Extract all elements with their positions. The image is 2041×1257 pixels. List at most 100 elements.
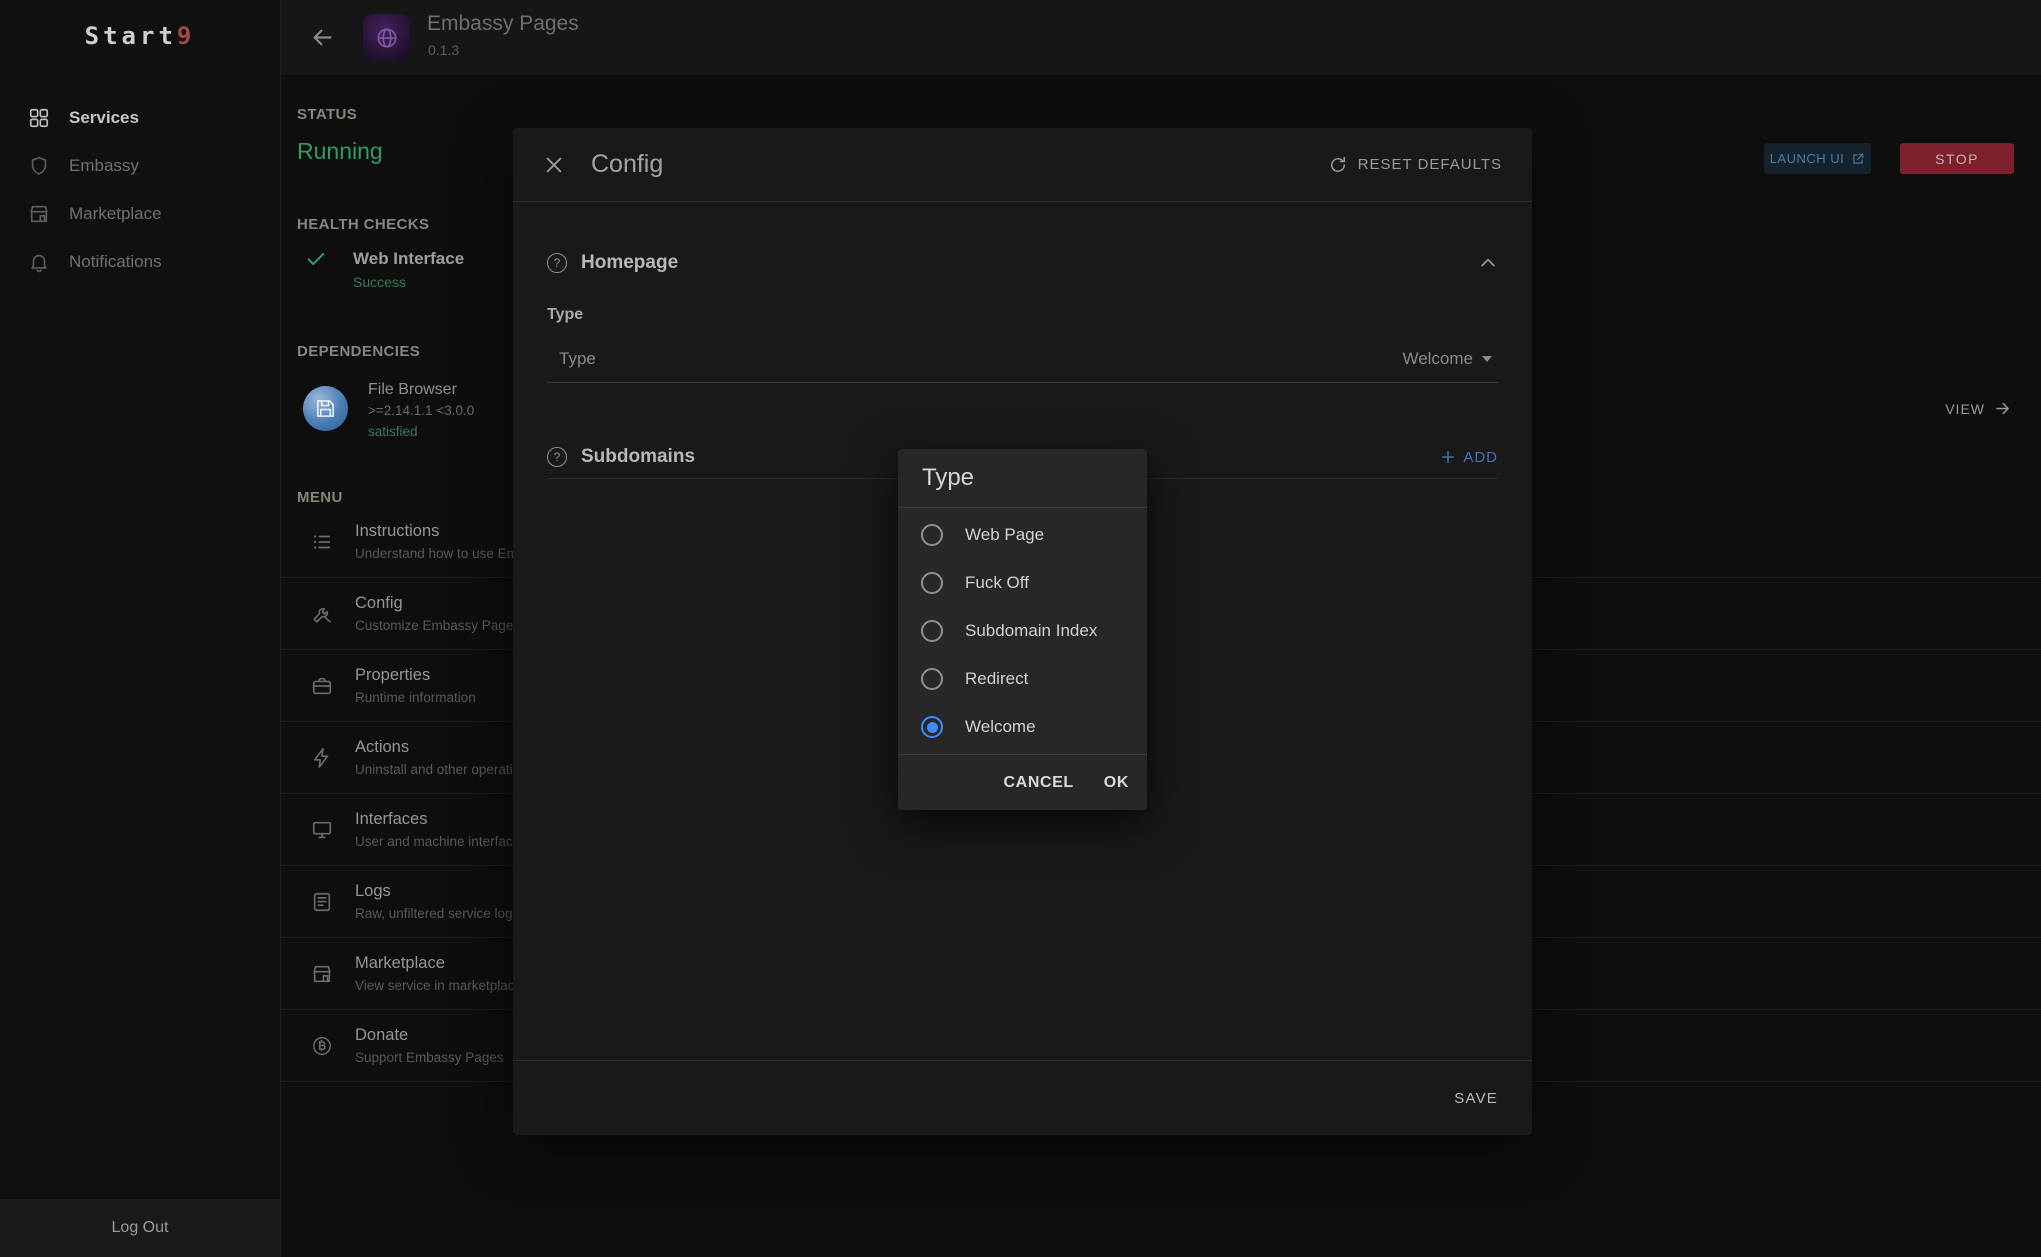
page-title: Embassy Pages bbox=[427, 12, 579, 36]
list-icon bbox=[311, 531, 333, 553]
radio-option-redirect[interactable]: Redirect bbox=[898, 655, 1147, 703]
external-link-icon bbox=[1851, 152, 1865, 166]
flash-icon bbox=[311, 747, 333, 769]
type-dialog: Type Web Page Fuck Off Subdomain Index R… bbox=[898, 449, 1147, 810]
caret-down-icon bbox=[1482, 356, 1492, 362]
sidebar-item-embassy[interactable]: Embassy bbox=[0, 142, 280, 190]
radio-option-label: Redirect bbox=[965, 669, 1028, 689]
ok-button[interactable]: OK bbox=[1104, 774, 1129, 792]
globe-icon bbox=[374, 25, 400, 51]
sidebar-item-notifications[interactable]: Notifications bbox=[0, 238, 280, 286]
stop-button[interactable]: STOP bbox=[1900, 143, 2014, 174]
radio-option-fuck-off[interactable]: Fuck Off bbox=[898, 559, 1147, 607]
save-button[interactable]: SAVE bbox=[1454, 1090, 1498, 1107]
radio-option-subdomain-index[interactable]: Subdomain Index bbox=[898, 607, 1147, 655]
bitcoin-icon bbox=[311, 1035, 333, 1057]
config-modal-header: Config RESET DEFAULTS bbox=[513, 128, 1532, 202]
sidebar-item-label: Marketplace bbox=[69, 204, 162, 224]
menu-item-description: Uninstall and other operations bbox=[355, 762, 534, 777]
check-icon bbox=[305, 248, 327, 270]
menu-item-title: Marketplace bbox=[355, 954, 522, 973]
menu-item-title: Config bbox=[355, 594, 520, 613]
launch-ui-button[interactable]: LAUNCH UI bbox=[1764, 143, 1871, 174]
sidebar-item-services[interactable]: Services bbox=[0, 94, 280, 142]
logout-button[interactable]: Log Out bbox=[0, 1199, 280, 1257]
menu-item-description: Customize Embassy Pages bbox=[355, 618, 520, 633]
start9-logo: Start9 bbox=[0, 22, 280, 50]
service-app-icon bbox=[363, 14, 410, 61]
status-value: Running bbox=[297, 138, 383, 165]
dependency-version-range: >=2.14.1.1 <3.0.0 bbox=[368, 403, 474, 418]
radio-option-label: Subdomain Index bbox=[965, 621, 1097, 641]
back-arrow-icon[interactable] bbox=[309, 24, 336, 51]
type-field-label: Type bbox=[547, 349, 596, 369]
briefcase-icon bbox=[311, 675, 333, 697]
menu-item-description: Runtime information bbox=[355, 690, 476, 705]
type-dialog-title: Type bbox=[898, 449, 1147, 508]
menu-item-description: User and machine interfaces bbox=[355, 834, 527, 849]
homepage-section-title: Homepage bbox=[581, 252, 678, 274]
cancel-button[interactable]: CANCEL bbox=[1004, 774, 1074, 792]
floppy-icon bbox=[314, 397, 337, 420]
radio-option-label: Fuck Off bbox=[965, 573, 1029, 593]
storefront-icon bbox=[311, 963, 333, 985]
chevron-up-icon[interactable] bbox=[1478, 253, 1498, 273]
menu-item-title: Interfaces bbox=[355, 810, 527, 829]
menu-item-description: View service in marketplace bbox=[355, 978, 522, 993]
radio-icon[interactable] bbox=[921, 620, 943, 642]
radio-option-label: Web Page bbox=[965, 525, 1044, 545]
type-field-value: Welcome bbox=[1402, 349, 1473, 369]
dependency-status: satisfied bbox=[368, 424, 418, 439]
menu-item-title: Properties bbox=[355, 666, 476, 685]
screen: Start9 Services Embassy Marketplace Noti… bbox=[0, 0, 2041, 1257]
dependencies-section-label: DEPENDENCIES bbox=[297, 343, 420, 360]
close-icon[interactable] bbox=[543, 154, 565, 176]
radio-selected-icon[interactable] bbox=[921, 716, 943, 738]
health-check-name: Web Interface bbox=[353, 249, 464, 269]
radio-option-web-page[interactable]: Web Page bbox=[898, 511, 1147, 559]
shield-icon bbox=[28, 155, 50, 177]
radio-option-welcome[interactable]: Welcome bbox=[898, 703, 1147, 751]
health-check-result: Success bbox=[353, 274, 406, 290]
menu-item-title: Donate bbox=[355, 1026, 504, 1045]
help-icon[interactable]: ? bbox=[547, 447, 567, 467]
type-dialog-footer: CANCEL OK bbox=[898, 754, 1147, 810]
service-version: 0.1.3 bbox=[428, 42, 459, 58]
homepage-section-header: ? Homepage bbox=[547, 248, 1498, 278]
bell-icon bbox=[28, 251, 50, 273]
subdomains-section-title: Subdomains bbox=[581, 446, 695, 468]
desktop-icon bbox=[311, 819, 333, 841]
reset-defaults-button[interactable]: RESET DEFAULTS bbox=[1328, 155, 1502, 175]
menu-item-title: Actions bbox=[355, 738, 534, 757]
reader-icon bbox=[311, 891, 333, 913]
sidebar-item-label: Embassy bbox=[69, 156, 139, 176]
arrow-forward-icon bbox=[1994, 400, 2011, 417]
grid-icon bbox=[28, 107, 50, 129]
config-modal-footer: SAVE bbox=[513, 1060, 1532, 1135]
radio-icon[interactable] bbox=[921, 524, 943, 546]
health-checks-section-label: HEALTH CHECKS bbox=[297, 216, 429, 233]
sidebar-item-marketplace[interactable]: Marketplace bbox=[0, 190, 280, 238]
menu-item-description: Raw, unfiltered service logs bbox=[355, 906, 519, 921]
menu-item-title: Logs bbox=[355, 882, 519, 901]
plus-icon bbox=[1439, 448, 1457, 466]
service-header: Embassy Pages 0.1.3 bbox=[281, 0, 2041, 75]
menu-item-description: Support Embassy Pages bbox=[355, 1050, 504, 1065]
radio-option-label: Welcome bbox=[965, 717, 1036, 737]
dependency-view-link[interactable]: VIEW bbox=[1945, 400, 2011, 417]
help-icon[interactable]: ? bbox=[547, 253, 567, 273]
sidebar-nav: Services Embassy Marketplace Notificatio… bbox=[0, 94, 280, 286]
radio-icon[interactable] bbox=[921, 572, 943, 594]
dependency-avatar bbox=[303, 386, 348, 431]
status-section-label: STATUS bbox=[297, 106, 357, 123]
type-group-label: Type bbox=[547, 306, 583, 324]
config-modal-title: Config bbox=[591, 150, 663, 179]
sidebar-item-label: Notifications bbox=[69, 252, 162, 272]
radio-icon[interactable] bbox=[921, 668, 943, 690]
type-select-field[interactable]: Type Welcome bbox=[547, 336, 1498, 383]
type-options-list: Web Page Fuck Off Subdomain Index Redire… bbox=[898, 508, 1147, 751]
refresh-icon bbox=[1328, 155, 1348, 175]
add-subdomain-button[interactable]: ADD bbox=[1439, 448, 1498, 466]
dependency-name: File Browser bbox=[368, 381, 457, 399]
tools-icon bbox=[311, 603, 333, 625]
